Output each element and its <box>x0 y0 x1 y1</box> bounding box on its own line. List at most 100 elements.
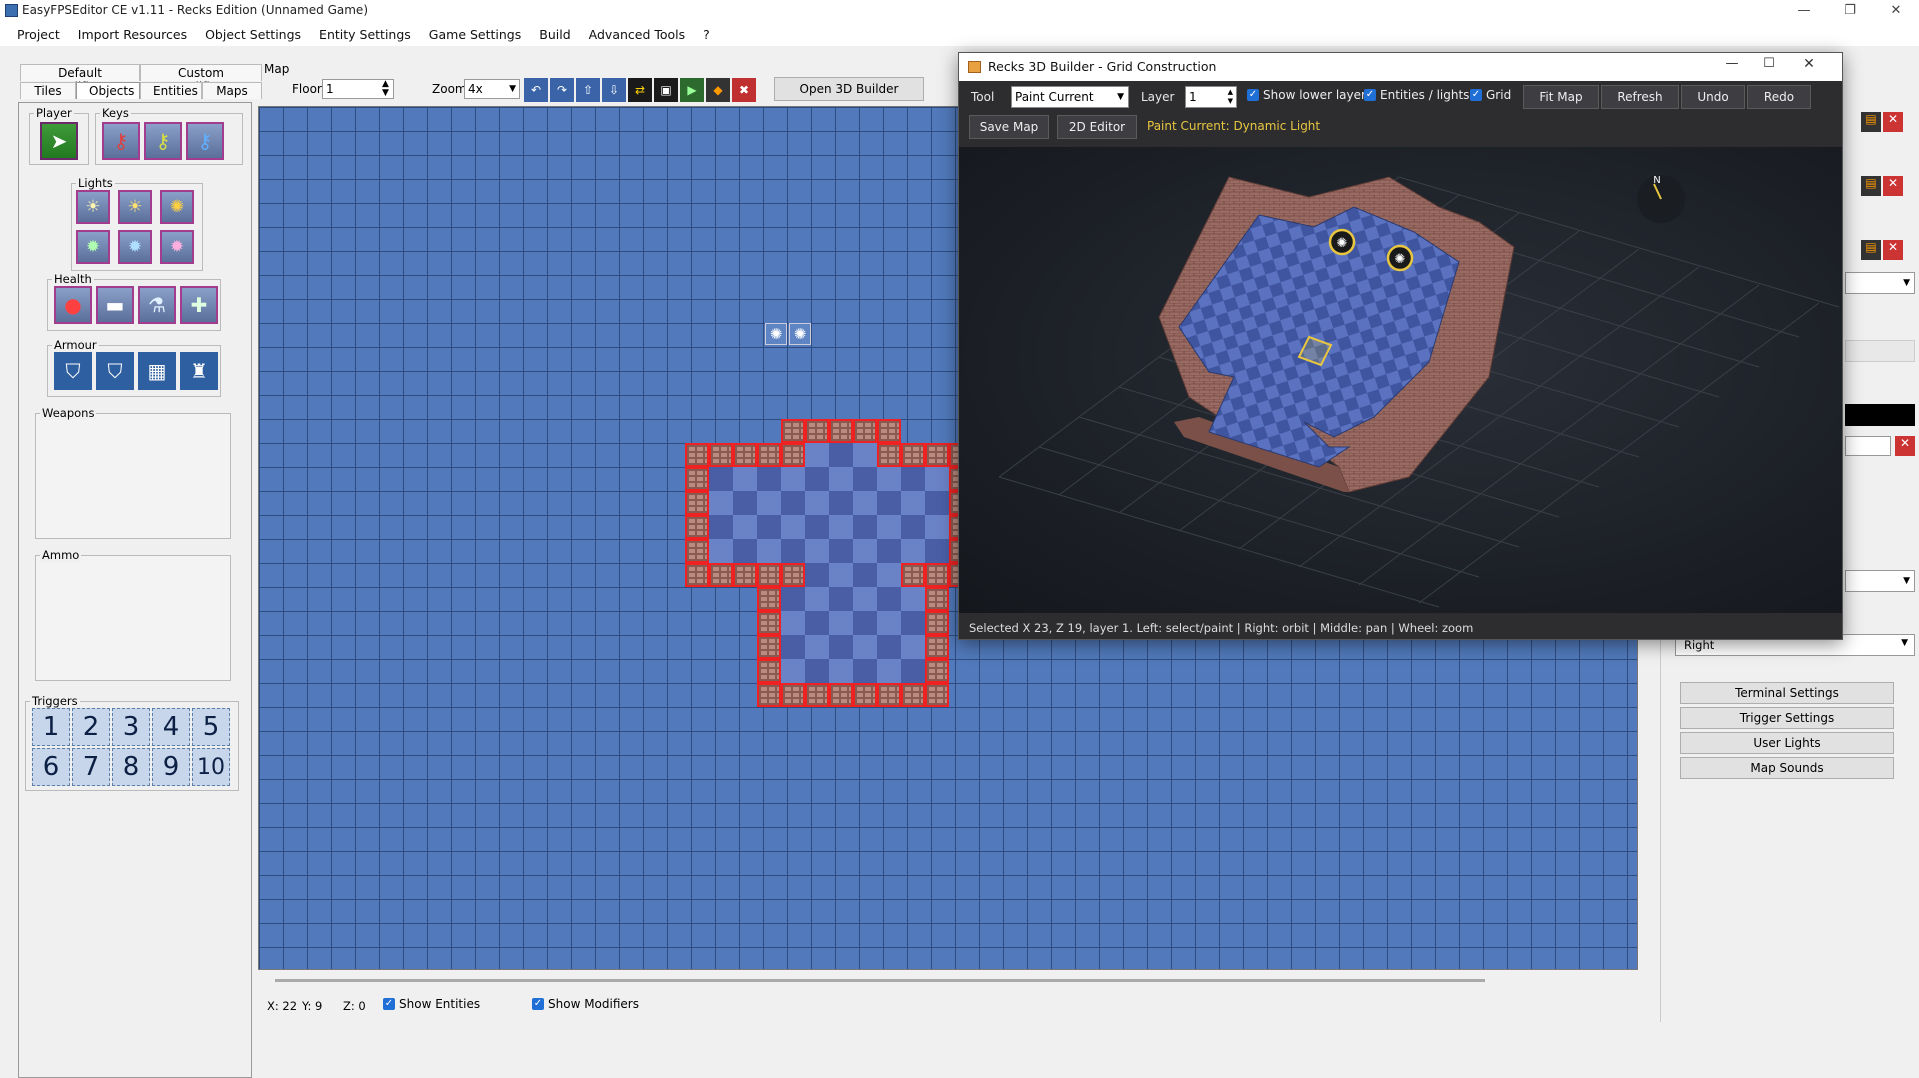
wall-tile[interactable] <box>685 539 709 563</box>
refresh-button[interactable]: Refresh <box>1601 85 1679 109</box>
floor-tile[interactable] <box>757 515 781 539</box>
wall-tile[interactable] <box>925 587 949 611</box>
grid-checkbox[interactable]: ✓ Grid <box>1470 88 1511 102</box>
blue-key-icon[interactable]: ⚷ <box>186 122 224 160</box>
wall-tile[interactable] <box>757 443 781 467</box>
wall-tile[interactable] <box>925 443 949 467</box>
floor-tile[interactable] <box>925 539 949 563</box>
trigger-6-icon[interactable]: 6 <box>32 748 70 786</box>
floor-tile[interactable] <box>877 635 901 659</box>
edit-icon[interactable]: ▤ <box>1861 176 1881 196</box>
tab-custom-modifiers[interactable]: Custom Modifiers <box>140 64 262 94</box>
armour-small-icon[interactable]: ⛉ <box>54 352 92 390</box>
floor-tile[interactable] <box>829 539 853 563</box>
save-map-button[interactable]: Save Map <box>969 115 1049 139</box>
wall-tile[interactable] <box>781 443 805 467</box>
menu-advanced-tools[interactable]: Advanced Tools <box>580 27 695 42</box>
wall-tile[interactable] <box>829 683 853 707</box>
floor-tile[interactable] <box>901 659 925 683</box>
floor-tile[interactable] <box>853 443 877 467</box>
delete-icon[interactable]: ✕ <box>1883 176 1903 196</box>
wall-tile[interactable] <box>781 563 805 587</box>
floor-tile[interactable] <box>877 611 901 635</box>
floor-tile[interactable] <box>829 611 853 635</box>
floor-tile[interactable] <box>853 611 877 635</box>
wall-tile[interactable] <box>781 683 805 707</box>
floor-tile[interactable] <box>757 491 781 515</box>
floor-tile[interactable] <box>805 443 829 467</box>
floor-tile[interactable] <box>853 587 877 611</box>
floor-tile[interactable] <box>805 563 829 587</box>
delete-icon[interactable]: ✕ <box>1895 436 1915 456</box>
wall-tile[interactable] <box>685 443 709 467</box>
yellow-key-icon[interactable]: ⚷ <box>144 122 182 160</box>
wall-tile[interactable] <box>805 683 829 707</box>
wall-tile[interactable] <box>709 563 733 587</box>
wall-tile[interactable] <box>925 563 949 587</box>
wall-tile[interactable] <box>877 419 901 443</box>
wall-tile[interactable] <box>709 443 733 467</box>
floor-tile[interactable] <box>805 587 829 611</box>
floor-tile[interactable] <box>877 587 901 611</box>
floor-tile[interactable] <box>805 635 829 659</box>
floor-tile[interactable] <box>901 635 925 659</box>
floor-tile[interactable] <box>829 635 853 659</box>
floor-tile[interactable] <box>709 467 733 491</box>
trigger-1-icon[interactable]: 1 <box>32 708 70 746</box>
apple-icon[interactable]: ● <box>54 286 92 324</box>
floor-tile[interactable] <box>829 443 853 467</box>
wall-tile[interactable] <box>685 515 709 539</box>
palette-icon[interactable]: ◆ <box>706 78 730 102</box>
light-color-3-icon[interactable]: ✹ <box>160 230 194 264</box>
wall-tile[interactable] <box>901 683 925 707</box>
show-entities-checkbox[interactable]: ✓ Show Entities <box>383 997 480 1011</box>
terminal-settings-button[interactable]: Terminal Settings <box>1680 682 1894 704</box>
floor-tile[interactable] <box>829 563 853 587</box>
floor-tile[interactable] <box>829 515 853 539</box>
armour-vest-icon[interactable]: ▦ <box>138 352 176 390</box>
2d-editor-button[interactable]: 2D Editor <box>1057 115 1137 139</box>
light-entity-icon[interactable]: ✺ <box>765 323 787 345</box>
armour-shield-icon[interactable]: ⛉ <box>96 352 134 390</box>
wall-tile[interactable] <box>685 491 709 515</box>
wall-tile[interactable] <box>757 611 781 635</box>
floor-tile[interactable] <box>853 491 877 515</box>
floor-tile[interactable] <box>805 659 829 683</box>
rotate-left-icon[interactable]: ↶ <box>524 78 548 102</box>
wall-tile[interactable] <box>925 611 949 635</box>
pill-icon[interactable]: ▬ <box>96 286 134 324</box>
trigger-4-icon[interactable]: 4 <box>152 708 190 746</box>
trigger-settings-button[interactable]: Trigger Settings <box>1680 707 1894 729</box>
floor-tile[interactable] <box>829 587 853 611</box>
wall-tile[interactable] <box>901 563 925 587</box>
maximize-icon[interactable]: ❐ <box>1827 0 1873 22</box>
floor-tile[interactable] <box>829 491 853 515</box>
tool-select[interactable]: Paint Current ▼ <box>1011 86 1129 108</box>
red-key-icon[interactable]: ⚷ <box>102 122 140 160</box>
user-lights-button[interactable]: User Lights <box>1680 732 1894 754</box>
floor-tile[interactable] <box>901 515 925 539</box>
floor-tile[interactable] <box>709 491 733 515</box>
swap-icon[interactable]: ⇄ <box>628 78 652 102</box>
entities-lights-checkbox[interactable]: ✓ Entities / lights <box>1364 88 1469 102</box>
tab-objects[interactable]: Objects <box>76 82 140 99</box>
floor-tile[interactable] <box>877 563 901 587</box>
delete-icon[interactable]: ✕ <box>1883 240 1903 260</box>
minimize-icon[interactable]: — <box>1717 56 1747 71</box>
light-bulb-icon[interactable]: ✺ <box>160 190 194 224</box>
wall-tile[interactable] <box>877 683 901 707</box>
show-lower-layers-checkbox[interactable]: ✓ Show lower layers <box>1247 88 1372 102</box>
wall-tile[interactable] <box>757 635 781 659</box>
trigger-3-icon[interactable]: 3 <box>112 708 150 746</box>
floor-tile[interactable] <box>925 491 949 515</box>
light-entity-icon[interactable]: ✺ <box>1386 244 1414 272</box>
floor-tile[interactable] <box>853 659 877 683</box>
player-start-icon[interactable]: ➤ <box>40 122 78 160</box>
floor-tile[interactable] <box>901 611 925 635</box>
trigger-10-icon[interactable]: 10 <box>192 748 230 786</box>
floor-tile[interactable] <box>805 539 829 563</box>
wall-tile[interactable] <box>805 419 829 443</box>
floor-tile[interactable] <box>877 539 901 563</box>
floor-tile[interactable] <box>877 491 901 515</box>
wall-tile[interactable] <box>853 419 877 443</box>
